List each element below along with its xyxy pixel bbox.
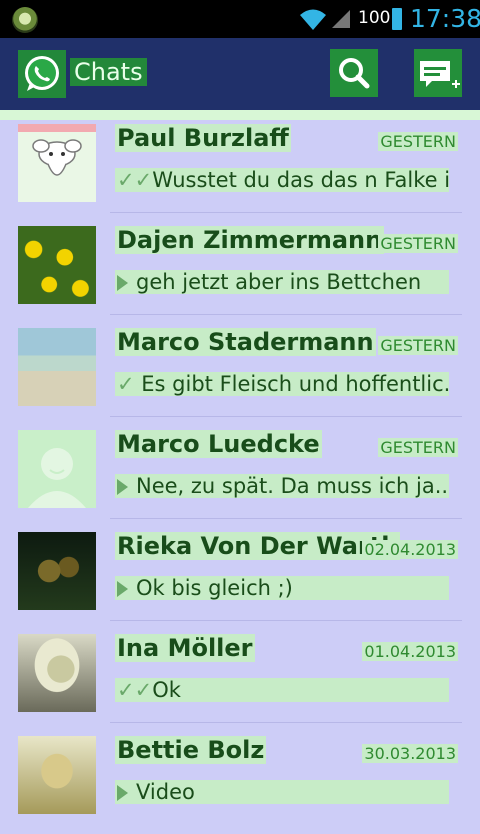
play-icon (117, 581, 128, 597)
clock: 17:38 (410, 4, 480, 33)
row-divider (110, 722, 462, 723)
play-icon (117, 275, 128, 291)
play-icon (117, 785, 128, 801)
chat-name: Rieka Von Der Warth (115, 532, 401, 560)
check-icon: ✓ (117, 372, 142, 396)
signal-icon (332, 10, 350, 28)
chat-date: GESTERN (378, 438, 458, 457)
chat-date: 02.04.2013 (362, 540, 458, 559)
page-title: Chats (70, 58, 147, 86)
chat-date: 01.04.2013 (362, 642, 458, 661)
chat-row-marco-stadermann[interactable]: Marco Stadermann GESTERN ✓ Es gibt Fleis… (0, 324, 480, 426)
avatar (18, 532, 96, 610)
chat-name: Dajen Zimmermann (115, 226, 385, 254)
new-chat-icon (420, 61, 460, 88)
whatsapp-logo-icon[interactable] (18, 50, 66, 98)
chat-row-rieka-von-der-warth[interactable]: Rieka Von Der Warth 02.04.2013 Ok bis gl… (0, 528, 480, 630)
row-divider (110, 212, 462, 213)
chat-preview: ✓ Es gibt Fleisch und hoffentlic... (115, 372, 449, 396)
avatar (18, 736, 96, 814)
row-divider (110, 518, 462, 519)
avatar (18, 124, 96, 202)
chat-preview: geh jetzt aber ins Bettchen (115, 270, 449, 294)
chat-date: GESTERN (378, 336, 458, 355)
double-check-icon: ✓✓ (117, 678, 153, 702)
chat-name: Bettie Bolz (115, 736, 267, 764)
chat-name: Ina Möller (115, 634, 255, 662)
chat-preview: Ok bis gleich ;) (115, 576, 449, 600)
row-divider (110, 620, 462, 621)
chat-date: 30.03.2013 (362, 744, 458, 763)
chat-name: Marco Luedcke (115, 430, 322, 458)
chat-list[interactable]: Paul Burzlaff GESTERN ✓✓Wusstet du das d… (0, 120, 480, 814)
chat-preview: ✓✓Ok (115, 678, 449, 702)
search-button[interactable] (330, 49, 378, 97)
search-icon (339, 58, 370, 89)
status-bar: 100 17:38 (0, 0, 480, 38)
app-notification-icon (12, 7, 38, 33)
chat-row-marco-luedcke[interactable]: Marco Luedcke GESTERN Nee, zu spät. Da m… (0, 426, 480, 528)
battery-icon (392, 8, 402, 30)
chat-name: Paul Burzlaff (115, 124, 291, 152)
avatar (18, 226, 96, 304)
chat-row-paul-burzlaff[interactable]: Paul Burzlaff GESTERN ✓✓Wusstet du das d… (0, 120, 480, 222)
chat-date: GESTERN (378, 132, 458, 151)
chat-row-bettie-bolz[interactable]: Bettie Bolz 30.03.2013 Video (0, 732, 480, 834)
row-divider (110, 416, 462, 417)
new-chat-button[interactable] (414, 49, 462, 97)
battery-percent: 100 (358, 8, 391, 28)
chat-date: GESTERN (378, 234, 458, 253)
chat-row-dajen-zimmermann[interactable]: Dajen Zimmermann GESTERN geh jetzt aber … (0, 222, 480, 324)
default-avatar-icon (18, 430, 96, 508)
chat-preview: ✓✓Wusstet du das das n Falke i... (115, 168, 449, 192)
chat-preview: Nee, zu spät. Da muss ich ja... (115, 474, 449, 498)
avatar (18, 328, 96, 406)
list-top-divider (0, 110, 480, 120)
play-icon (117, 479, 128, 495)
chat-row-ina-moeller[interactable]: Ina Möller 01.04.2013 ✓✓Ok (0, 630, 480, 732)
wifi-icon (300, 9, 326, 30)
chat-name: Marco Stadermann (115, 328, 376, 356)
chat-preview: Video (115, 780, 449, 804)
row-divider (110, 314, 462, 315)
double-check-icon: ✓✓ (117, 168, 153, 192)
action-bar: Chats (0, 38, 480, 110)
avatar (18, 634, 96, 712)
